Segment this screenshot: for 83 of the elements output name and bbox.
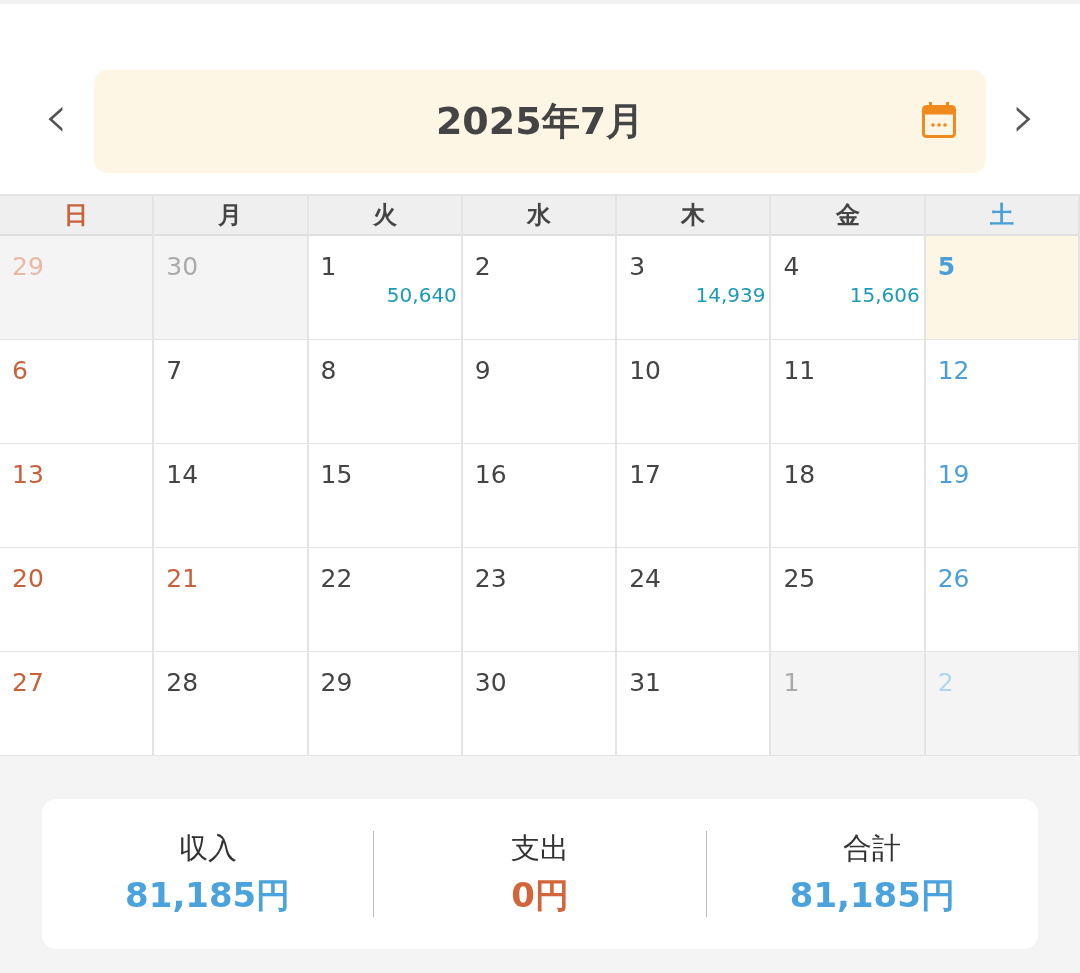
summary-value: 0円 xyxy=(510,874,570,918)
day-cell[interactable]: 8 xyxy=(308,340,463,444)
day-number: 30 xyxy=(474,668,507,697)
day-number: 5 xyxy=(937,252,956,281)
day-number: 22 xyxy=(320,564,353,593)
day-number: 16 xyxy=(474,460,507,489)
day-cell[interactable]: 13 xyxy=(0,444,155,548)
day-number: 2 xyxy=(937,668,954,697)
day-cell[interactable]: 6 xyxy=(0,340,155,444)
day-cell[interactable]: 18 xyxy=(771,444,926,548)
day-number: 23 xyxy=(474,564,507,593)
weekday-label: 金 xyxy=(835,200,860,231)
day-amount: 50,640 xyxy=(386,282,457,309)
day-number: 29 xyxy=(320,668,353,697)
day-cell[interactable]: 29 xyxy=(308,652,463,756)
day-cell[interactable]: 16 xyxy=(462,444,618,548)
day-number: 31 xyxy=(629,668,661,697)
day-cell[interactable]: 2 xyxy=(462,236,618,340)
day-number: 11 xyxy=(783,356,816,385)
day-cell[interactable]: 25 xyxy=(771,548,926,652)
month-title: 2025年7月 xyxy=(435,97,645,145)
day-number: 2 xyxy=(474,252,491,281)
day-amount: 15,606 xyxy=(849,282,920,309)
day-cell[interactable]: 15 xyxy=(308,444,463,548)
day-number: 6 xyxy=(12,356,28,385)
day-number: 4 xyxy=(783,252,800,281)
weekday-label: 火 xyxy=(372,200,397,231)
calendar-button[interactable] xyxy=(922,101,956,138)
day-cell[interactable]: 11 xyxy=(771,340,926,444)
day-number: 14 xyxy=(166,460,199,489)
day-number: 8 xyxy=(320,356,337,385)
day-cell[interactable]: 9 xyxy=(462,340,618,444)
day-number: 1 xyxy=(783,668,800,697)
day-cell[interactable]: 17 xyxy=(617,444,772,548)
day-number: 1 xyxy=(320,252,337,281)
day-cell[interactable]: 22 xyxy=(308,548,463,652)
day-number: 27 xyxy=(12,668,44,697)
day-number: 26 xyxy=(937,564,970,593)
day-number: 9 xyxy=(474,356,491,385)
summary-value: 81,185円 xyxy=(788,874,956,918)
day-number: 18 xyxy=(783,460,816,489)
day-cell[interactable]: 20 xyxy=(0,548,155,652)
day-cell[interactable]: 30 xyxy=(462,652,618,756)
day-cell[interactable]: 4 15,606 xyxy=(771,236,926,340)
day-number: 7 xyxy=(166,356,183,385)
day-cell[interactable]: 3 14,939 xyxy=(617,236,772,340)
day-number: 12 xyxy=(937,356,970,385)
day-number: 25 xyxy=(783,564,816,593)
summary-value: 81,185円 xyxy=(124,874,292,918)
next-month-button[interactable]: › xyxy=(994,86,1054,156)
summary-label: 合計 xyxy=(842,829,903,867)
day-cell[interactable]: 24 xyxy=(617,548,772,652)
day-number: 29 xyxy=(12,252,44,281)
day-number: 28 xyxy=(166,668,199,697)
day-number: 19 xyxy=(937,460,970,489)
day-number: 3 xyxy=(629,252,646,281)
day-number: 15 xyxy=(320,460,353,489)
weekday-label: 土 xyxy=(989,200,1014,231)
day-number: 20 xyxy=(12,564,44,593)
day-cell[interactable]: 28 xyxy=(154,652,309,756)
day-number: 13 xyxy=(12,460,44,489)
day-cell[interactable]: 21 xyxy=(154,548,309,652)
weekday-label: 水 xyxy=(527,200,551,231)
day-cell[interactable]: 10 xyxy=(617,340,772,444)
day-cell[interactable]: 23 xyxy=(462,548,618,652)
day-number: 21 xyxy=(166,564,199,593)
day-number: 10 xyxy=(629,356,661,385)
weekday-label: 日 xyxy=(64,200,89,231)
weekday-label: 木 xyxy=(681,200,706,231)
day-cell[interactable]: 7 xyxy=(154,340,309,444)
day-amount: 14,939 xyxy=(695,282,766,309)
summary-label: 支出 xyxy=(510,829,570,867)
day-cell[interactable]: 31 xyxy=(617,652,772,756)
day-cell[interactable]: 14 xyxy=(154,444,309,548)
day-number: 24 xyxy=(629,564,661,593)
previous-month-button[interactable]: ‹ xyxy=(26,86,86,156)
weekday-label: 月 xyxy=(218,200,243,231)
day-cell[interactable]: 1 50,640 xyxy=(308,236,463,340)
day-number: 17 xyxy=(629,460,661,489)
summary-label: 収入 xyxy=(177,829,238,867)
day-cell[interactable]: 27 xyxy=(0,652,155,756)
day-number: 30 xyxy=(166,252,199,281)
calendar-icon xyxy=(922,101,956,138)
